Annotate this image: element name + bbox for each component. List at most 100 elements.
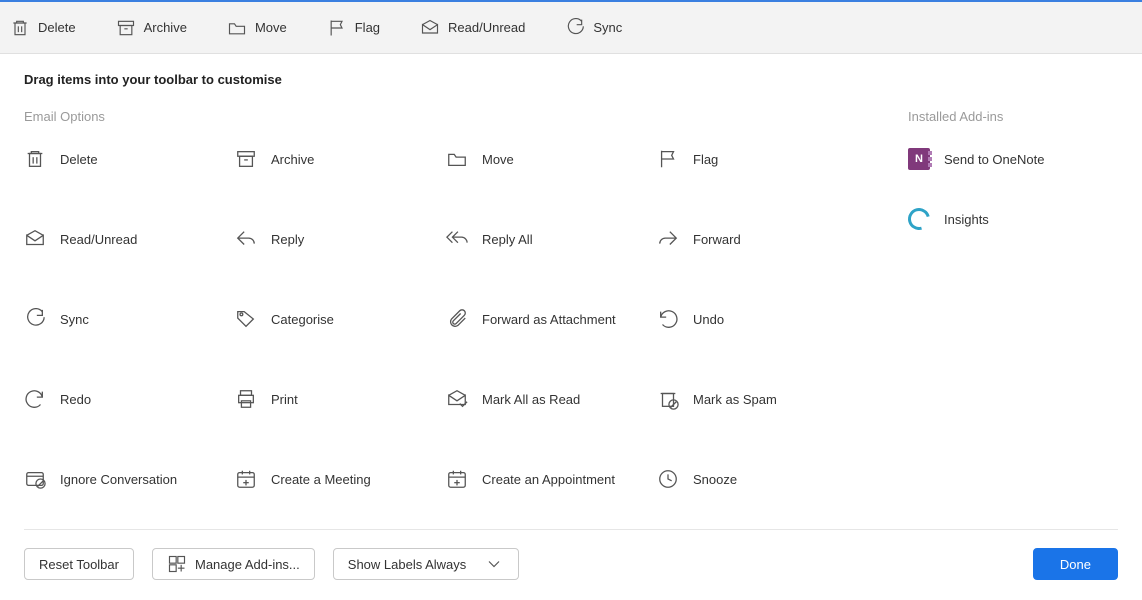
option-redo[interactable]: Redo (24, 388, 225, 410)
option-label: Read/Unread (448, 20, 525, 35)
archive-icon (116, 18, 136, 38)
instruction-text: Drag items into your toolbar to customis… (24, 72, 1118, 87)
option-label: Redo (60, 392, 91, 407)
option-meeting[interactable]: Create a Meeting (235, 468, 436, 490)
option-appointment[interactable]: Create an Appointment (446, 468, 647, 490)
sync-icon (24, 308, 46, 330)
option-label: Mark as Spam (693, 392, 777, 407)
option-move[interactable]: Move (446, 148, 647, 170)
print-icon (235, 388, 257, 410)
option-replyall[interactable]: Reply All (446, 228, 647, 250)
flag-icon (657, 148, 679, 170)
manage-addins-label: Manage Add-ins... (195, 557, 300, 572)
option-label: Mark All as Read (482, 392, 580, 407)
chevron-down-icon (484, 554, 504, 574)
option-label: Move (255, 20, 287, 35)
show-labels-dropdown[interactable]: Show Labels Always (333, 548, 520, 580)
option-label: Reply All (482, 232, 533, 247)
option-label: Ignore Conversation (60, 472, 177, 487)
mailcheck-icon (446, 388, 468, 410)
option-delete[interactable]: Delete (24, 148, 225, 170)
option-spam[interactable]: Mark as Spam (657, 388, 858, 410)
option-label: Reply (271, 232, 304, 247)
option-label: Delete (38, 20, 76, 35)
option-flag[interactable]: Flag (657, 148, 858, 170)
option-label: Archive (271, 152, 314, 167)
show-labels-value: Show Labels Always (348, 557, 467, 572)
option-label: Print (271, 392, 298, 407)
sync-icon (565, 18, 585, 38)
calplus-icon (235, 468, 257, 490)
option-label: Sync (60, 312, 89, 327)
email-options-grid: Delete Archive Move Flag Read/Unread Reply Rep… (24, 148, 858, 490)
option-label: Send to OneNote (944, 152, 1044, 167)
toolbar-item-readun[interactable]: Read/Unread (420, 18, 525, 38)
footer-bar: Reset Toolbar Manage Add-ins... Show Lab… (24, 529, 1118, 580)
trash-icon (10, 18, 30, 38)
option-label: Delete (60, 152, 98, 167)
option-forward[interactable]: Forward (657, 228, 858, 250)
email-options-title: Email Options (24, 109, 858, 124)
toolbar-item-archive[interactable]: Archive (116, 18, 187, 38)
undo-icon (657, 308, 679, 330)
option-archive[interactable]: Archive (235, 148, 436, 170)
replyall-icon (446, 228, 468, 250)
option-fwdattach[interactable]: Forward as Attachment (446, 308, 647, 330)
option-snooze[interactable]: Snooze (657, 468, 858, 490)
option-label: Snooze (693, 472, 737, 487)
reset-toolbar-label: Reset Toolbar (39, 557, 119, 572)
option-categorise[interactable]: Categorise (235, 308, 436, 330)
toolbar-item-flag[interactable]: Flag (327, 18, 380, 38)
done-label: Done (1060, 557, 1091, 572)
option-label: Flag (355, 20, 380, 35)
option-onenote[interactable]: N Send to OneNote (908, 148, 1118, 170)
ignore-icon (24, 468, 46, 490)
option-label: Flag (693, 152, 718, 167)
toolbar-item-sync[interactable]: Sync (565, 18, 622, 38)
archive-icon (235, 148, 257, 170)
option-undo[interactable]: Undo (657, 308, 858, 330)
option-label: Sync (593, 20, 622, 35)
calplus-icon (446, 468, 468, 490)
onenote-icon: N (908, 148, 930, 170)
option-label: Archive (144, 20, 187, 35)
toolbar-item-delete[interactable]: Delete (10, 18, 76, 38)
toolbar: Delete Archive Move Flag Read/Unread Sync (0, 0, 1142, 54)
reset-toolbar-button[interactable]: Reset Toolbar (24, 548, 134, 580)
option-label: Read/Unread (60, 232, 137, 247)
option-readunread[interactable]: Read/Unread (24, 228, 225, 250)
option-markallread[interactable]: Mark All as Read (446, 388, 647, 410)
addins-title: Installed Add-ins (908, 109, 1118, 124)
flag-icon (327, 18, 347, 38)
tag-icon (235, 308, 257, 330)
redo-icon (24, 388, 46, 410)
option-label: Move (482, 152, 514, 167)
option-insights[interactable]: Insights (908, 208, 1118, 230)
folder-icon (227, 18, 247, 38)
trash-icon (24, 148, 46, 170)
option-sync[interactable]: Sync (24, 308, 225, 330)
folder-icon (446, 148, 468, 170)
customize-toolbar-panel: Drag items into your toolbar to customis… (0, 54, 1142, 490)
mail-icon (420, 18, 440, 38)
toolbar-item-move[interactable]: Move (227, 18, 287, 38)
forward-icon (657, 228, 679, 250)
option-label: Forward (693, 232, 741, 247)
option-reply[interactable]: Reply (235, 228, 436, 250)
attach-icon (446, 308, 468, 330)
option-label: Insights (944, 212, 989, 227)
option-label: Categorise (271, 312, 334, 327)
option-label: Create a Meeting (271, 472, 371, 487)
addins-icon (167, 554, 187, 574)
insights-icon (904, 204, 934, 234)
spam-icon (657, 388, 679, 410)
option-label: Create an Appointment (482, 472, 615, 487)
option-ignore[interactable]: Ignore Conversation (24, 468, 225, 490)
mail-icon (24, 228, 46, 250)
option-print[interactable]: Print (235, 388, 436, 410)
option-label: Forward as Attachment (482, 312, 616, 327)
manage-addins-button[interactable]: Manage Add-ins... (152, 548, 315, 580)
option-label: Undo (693, 312, 724, 327)
reply-icon (235, 228, 257, 250)
done-button[interactable]: Done (1033, 548, 1118, 580)
